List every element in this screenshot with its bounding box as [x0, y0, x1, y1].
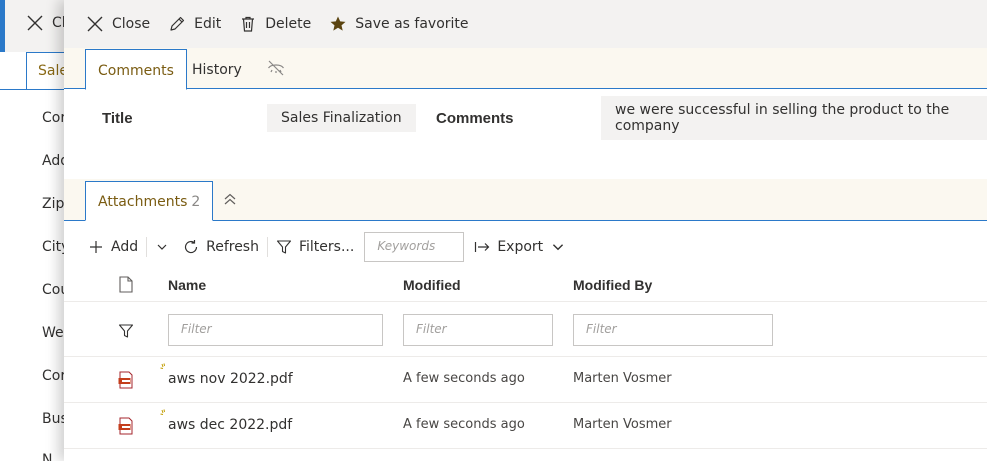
- column-header-name[interactable]: Name: [168, 277, 206, 293]
- add-button[interactable]: Add: [88, 239, 138, 255]
- plus-icon: [90, 241, 102, 253]
- filter-icon: [276, 240, 292, 254]
- trash-icon: [242, 16, 255, 32]
- close-label: Close: [112, 16, 151, 32]
- refresh-icon: [185, 240, 198, 254]
- close-icon: [87, 16, 103, 32]
- attachments-section-header: Attachments 2: [64, 179, 987, 221]
- attachments-command-bar: Add Refresh Filters... Keywords Export: [64, 231, 987, 263]
- refresh-button[interactable]: Refresh: [183, 239, 259, 255]
- item-detail-panel: Close Edit Delete Save as favorite Comme…: [64, 0, 987, 461]
- edit-button[interactable]: Edit: [168, 15, 221, 33]
- background-field-label: We: [42, 325, 64, 341]
- background-field-label: N: [42, 452, 53, 461]
- export-icon: [475, 242, 490, 252]
- tab-comments[interactable]: Comments: [85, 49, 187, 90]
- modified-by-value: Marten Vosmer: [573, 371, 672, 386]
- tab-history[interactable]: History: [180, 49, 254, 90]
- chevron-down-icon: [553, 244, 564, 251]
- pdf-file-icon: [118, 417, 133, 435]
- comments-field-value-wrap: we were successful in selling the produc…: [601, 96, 987, 140]
- table-row[interactable]: aws nov 2022.pdf A few seconds ago Marte…: [64, 357, 987, 403]
- filter-icon: [118, 324, 134, 338]
- filters-label: Filters...: [298, 239, 355, 255]
- command-separator: [146, 237, 148, 257]
- export-button[interactable]: Export: [474, 239, 566, 255]
- comments-field-label: Comments: [436, 109, 514, 127]
- modified-value: A few seconds ago: [403, 417, 525, 432]
- star-icon: [330, 16, 346, 31]
- column-header-modified[interactable]: Modified: [403, 277, 461, 293]
- close-button[interactable]: Close: [86, 15, 150, 33]
- pencil-icon: [170, 16, 185, 31]
- file-type-icon: [119, 276, 133, 293]
- comments-field-value: we were successful in selling the produc…: [601, 96, 987, 140]
- save-as-favorite-button[interactable]: Save as favorite: [329, 15, 469, 33]
- pdf-file-icon: [118, 371, 133, 389]
- title-field-value: Sales Finalization: [267, 104, 416, 132]
- chevron-down-icon[interactable]: [155, 240, 169, 254]
- export-label: Export: [497, 239, 544, 255]
- delete-label: Delete: [265, 16, 312, 32]
- modified-by-value: Marten Vosmer: [573, 417, 672, 432]
- name-filter-input[interactable]: Filter: [168, 314, 383, 346]
- grid-filter-row: Filter Filter Filter: [64, 302, 987, 357]
- attachments-count-badge: 2: [191, 194, 201, 210]
- attachments-tab-label: Attachments: [98, 194, 188, 210]
- chevron-double-up-icon[interactable]: [221, 191, 239, 209]
- attachment-name-link[interactable]: aws nov 2022.pdf: [168, 371, 293, 387]
- attachments-grid: Name Modified Modified By Filter Filter …: [64, 268, 987, 449]
- panel-toolbar: Close Edit Delete Save as favorite: [64, 0, 987, 48]
- filters-button[interactable]: Filters...: [276, 239, 354, 255]
- close-icon: [27, 15, 43, 31]
- attachment-name-link[interactable]: aws dec 2022.pdf: [168, 417, 292, 433]
- column-header-modified-by[interactable]: Modified By: [573, 277, 652, 293]
- background-field-label: Cor: [42, 110, 67, 126]
- delete-button[interactable]: Delete: [239, 15, 311, 33]
- background-close-button[interactable]: Cl: [26, 14, 66, 32]
- save-as-favorite-label: Save as favorite: [355, 16, 469, 32]
- comments-field-label-wrap: Comments: [436, 103, 514, 133]
- tab-attachments[interactable]: Attachments 2: [85, 181, 214, 221]
- command-separator: [266, 237, 268, 257]
- title-field-value-wrap: Sales Finalization: [267, 103, 416, 133]
- background-field-label: Cor: [42, 368, 67, 384]
- eye-off-icon[interactable]: [267, 59, 285, 77]
- background-accent-bar: [0, 0, 5, 52]
- title-field-label: Title: [102, 109, 133, 127]
- table-row[interactable]: aws dec 2022.pdf A few seconds ago Marte…: [64, 403, 987, 449]
- modified-by-filter-input[interactable]: Filter: [573, 314, 773, 346]
- grid-header-row: Name Modified Modified By: [64, 268, 987, 302]
- modified-value: A few seconds ago: [403, 371, 525, 386]
- detail-tabs: Comments History: [64, 48, 987, 90]
- modified-filter-input[interactable]: Filter: [403, 314, 553, 346]
- add-label: Add: [111, 239, 139, 255]
- refresh-label: Refresh: [206, 239, 259, 255]
- background-field-label: Zip: [42, 196, 65, 212]
- edit-label: Edit: [194, 16, 222, 32]
- title-field-label-wrap: Title: [102, 103, 133, 133]
- keywords-search-input[interactable]: Keywords: [364, 232, 465, 262]
